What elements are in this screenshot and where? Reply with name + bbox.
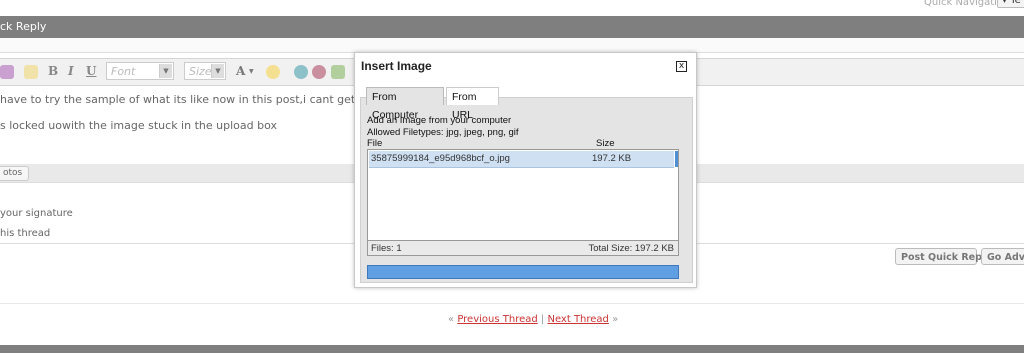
footer-divider [0,303,1024,304]
thread-nav-separator: | [540,314,545,325]
file-name: 35875999184_e95d968bcf_o.jpg [371,153,510,164]
left-quote-icon: « [448,314,455,325]
file-list-scrollbar[interactable] [675,151,678,167]
next-thread-link[interactable]: Next Thread [547,314,608,325]
thread-navigation: « Previous Thread | Next Thread » [448,314,618,325]
manage-photos-button[interactable]: otos [0,166,30,181]
quick-reply-title: ck Reply [0,20,47,33]
chevron-down-icon: ▼ [159,64,172,78]
tab-from-url[interactable]: From URL [446,87,499,121]
signature-option-label[interactable]: your signature [0,208,73,219]
size-column-header: Size [596,138,615,149]
editor-text-line[interactable]: have to try the sample of what its like … [0,93,372,106]
italic-button[interactable]: I [68,64,74,78]
quick-navigation-dropdown[interactable]: ▾ Te [997,0,1024,8]
font-select[interactable]: Font ▼ [106,62,174,80]
file-list-footer: Files: 1 Total Size: 197.2 KB [367,241,679,256]
previous-thread-link[interactable]: Previous Thread [457,314,537,325]
insert-link-icon[interactable] [294,65,308,79]
chevron-down-icon: ▼ [211,64,224,78]
footer-band [0,345,1024,353]
remove-format-icon[interactable] [24,65,38,79]
smilie-icon[interactable] [266,65,280,79]
chevron-down-icon: ▼ [249,68,254,75]
size-select[interactable]: Size ▼ [184,62,226,80]
file-list[interactable]: 35875999184_e95d968bcf_o.jpg 197.2 KB [367,149,679,241]
upload-progress-bar [367,265,679,279]
insert-image-icon[interactable] [331,65,345,79]
font-select-value: Font [111,65,136,78]
post-quick-reply-button[interactable]: Post Quick Reply [895,248,991,265]
files-count: Files: 1 [371,243,402,254]
text-color-button[interactable]: A [236,64,245,78]
file-column-header: File [367,138,383,149]
bold-button[interactable]: B [48,64,58,78]
underline-button[interactable]: U [86,64,96,78]
right-quote-icon: » [612,314,619,325]
header-divider [0,38,1024,53]
tab-from-computer[interactable]: From Computer [366,87,444,121]
subscribe-option-label[interactable]: his thread [0,228,50,239]
close-icon[interactable]: x [676,61,687,72]
remove-link-icon[interactable] [312,65,326,79]
quick-reply-header [0,16,1024,38]
insert-image-dialog: Insert Image x Add an Image from your co… [354,52,697,288]
dialog-title: Insert Image [361,59,432,73]
total-size: Total Size: 197.2 KB [588,243,674,254]
upload-panel: Add an Image from your computer Allowed … [360,97,693,283]
editor-text-line[interactable]: s locked uowith the image stuck in the u… [0,119,277,132]
list-item[interactable]: 35875999184_e95d968bcf_o.jpg 197.2 KB [369,151,674,168]
allowed-filetypes: Allowed Filetypes: jpg, jpeg, png, gif [367,127,519,138]
size-select-value: Size [189,65,212,78]
file-size: 197.2 KB [592,153,632,164]
go-advanced-button[interactable]: Go Advanced [981,248,1024,265]
format-icon[interactable] [0,65,14,79]
